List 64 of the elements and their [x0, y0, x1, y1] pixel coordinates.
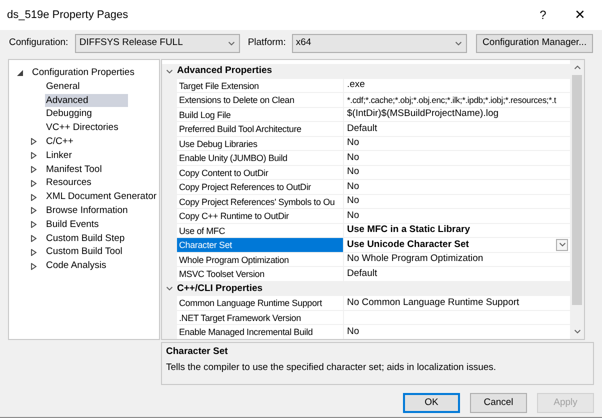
property-name[interactable]: Extensions to Delete on Clean	[177, 93, 344, 108]
tree-item[interactable]: XML Document Generator	[45, 190, 158, 204]
property-name[interactable]: Copy C++ Runtime to OutDir	[177, 209, 344, 224]
property-name[interactable]: Preferred Build Tool Architecture	[177, 122, 344, 136]
property-name[interactable]: Copy Project References to OutDir	[177, 180, 344, 194]
property-name[interactable]: Common Language Runtime Support	[177, 296, 344, 310]
property-name[interactable]: Build Log File	[177, 108, 344, 122]
property-name[interactable]: Character Set	[177, 238, 344, 252]
dialog-button[interactable]: OK	[403, 393, 460, 413]
tree-item[interactable]: Configuration Properties	[31, 66, 136, 80]
expand-arrow-icon[interactable]	[31, 138, 37, 146]
expand-arrow-icon[interactable]	[31, 166, 37, 173]
expand-arrow-icon[interactable]	[31, 207, 37, 214]
tree-item[interactable]: Custom Build Step	[45, 232, 126, 246]
property-name[interactable]: Target File Extension	[177, 78, 344, 93]
description-text: Tells the compiler to use the specified character set; aids in localization issues.	[166, 361, 498, 376]
tree-item[interactable]: General	[45, 80, 81, 94]
collapse-chevron-icon	[165, 284, 174, 294]
tree-item[interactable]: Custom Build Tool	[45, 245, 124, 260]
tree-item[interactable]: Code Analysis	[45, 259, 108, 273]
expand-arrow-icon[interactable]	[31, 248, 37, 256]
configuration-dropdown[interactable]: DIFFSYS Release FULL	[75, 34, 240, 52]
configuration-label: Configuration:	[9, 36, 70, 50]
configuration-manager-button[interactable]: Configuration Manager...	[476, 34, 593, 52]
help-button[interactable]: ?	[528, 6, 558, 24]
window-title: ds_519e Property Pages	[7, 8, 130, 23]
tree-item[interactable]: VC++ Directories	[45, 121, 120, 135]
tree-item[interactable]: Resources	[45, 176, 92, 190]
property-name[interactable]: MSVC Toolset Version	[177, 267, 344, 282]
property-name[interactable]: Copy Project References' Symbols to Ou	[177, 194, 344, 209]
property-name[interactable]: Use of MFC	[177, 224, 344, 238]
tree-item[interactable]: Advanced	[45, 94, 128, 108]
expand-arrow-icon[interactable]	[31, 194, 37, 201]
scroll-down-icon	[572, 327, 582, 336]
dialog-button[interactable]: Cancel	[470, 393, 527, 413]
vertical-scrollbar[interactable]	[570, 60, 584, 339]
dropdown-caret-icon	[558, 240, 566, 250]
tree-item[interactable]: Linker	[45, 148, 73, 163]
category-header[interactable]: C++/CLI Properties	[162, 282, 570, 296]
expand-arrow-icon[interactable]	[31, 180, 37, 187]
platform-label: Platform:	[248, 36, 286, 50]
close-button[interactable]: ✕	[558, 5, 602, 25]
tree-item[interactable]: Debugging	[45, 107, 93, 122]
tree-item[interactable]: C/C++	[45, 134, 74, 149]
property-name[interactable]: .NET Target Framework Version	[177, 310, 344, 325]
category-header[interactable]: Advanced Properties	[162, 64, 570, 78]
expand-arrow-icon[interactable]	[31, 152, 37, 160]
platform-dropdown[interactable]: x64	[292, 34, 468, 52]
description-title: Character Set	[166, 345, 229, 359]
property-name[interactable]: Copy Content to OutDir	[177, 166, 344, 180]
tree-item[interactable]: Browse Information	[45, 204, 129, 218]
tree-item[interactable]: Build Events	[45, 218, 100, 232]
property-name[interactable]: Whole Program Optimization	[177, 252, 344, 267]
scroll-up-icon	[572, 63, 582, 72]
property-name[interactable]: Enable Managed Incremental Build	[177, 325, 344, 339]
property-name[interactable]: Enable Unity (JUMBO) Build	[177, 151, 344, 166]
tree-item[interactable]: Manifest Tool	[45, 162, 103, 176]
expand-arrow-icon[interactable]	[31, 262, 37, 270]
expand-arrow-icon[interactable]	[31, 221, 37, 228]
expand-arrow-icon[interactable]	[31, 234, 37, 242]
scrollbar-thumb[interactable]	[572, 75, 582, 305]
property-name[interactable]: Use Debug Libraries	[177, 136, 344, 151]
collapse-arrow-icon[interactable]	[17, 70, 23, 76]
value-dropdown-button[interactable]	[556, 238, 568, 251]
